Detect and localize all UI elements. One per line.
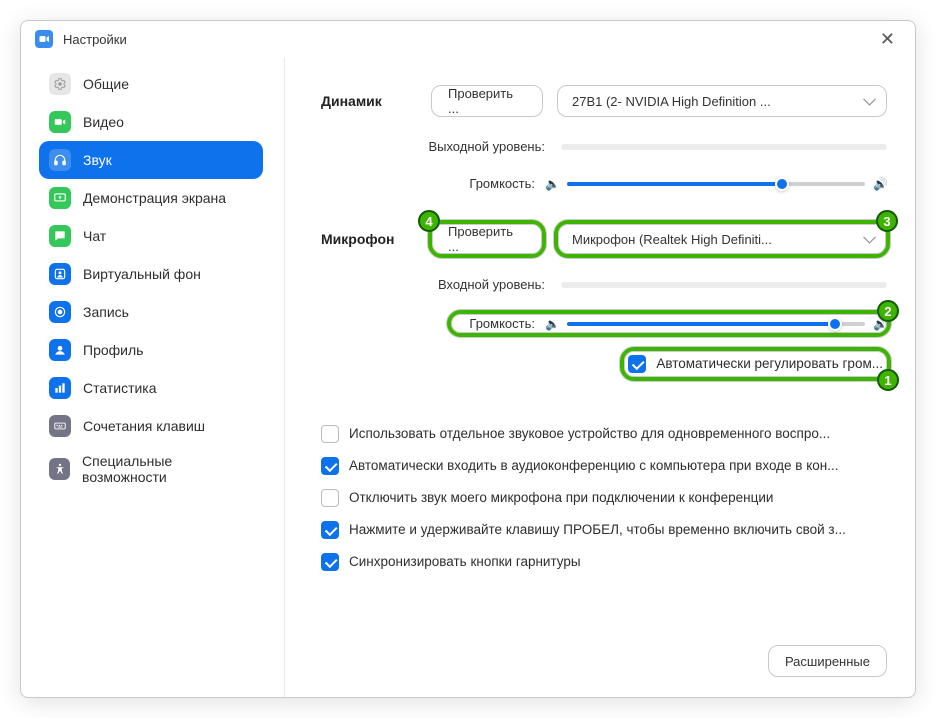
- sidebar-item-label: Специальные возможности: [82, 453, 253, 485]
- option-space-to-unmute: Нажмите и удерживайте клавишу ПРОБЕЛ, чт…: [321, 521, 887, 539]
- mic-volume-label: Громкость:: [451, 316, 545, 331]
- sidebar-item-chat[interactable]: Чат: [39, 217, 263, 255]
- input-level-meter: [561, 282, 887, 288]
- window-title: Настройки: [63, 32, 127, 47]
- auto-adjust-volume-checkbox[interactable]: [628, 355, 646, 373]
- option-label: Отключить звук моего микрофона при подкл…: [349, 489, 887, 507]
- checkbox[interactable]: [321, 553, 339, 571]
- camera-icon: [49, 111, 71, 133]
- output-level-meter: [561, 144, 887, 150]
- speaker-volume-slider[interactable]: [567, 182, 865, 186]
- checkbox[interactable]: [321, 489, 339, 507]
- sidebar-item-label: Сочетания клавиш: [83, 418, 205, 434]
- microphone-section: Микрофон Проверить ... 4 Микрофон (Realt…: [321, 223, 887, 377]
- sidebar-item-label: Общие: [83, 76, 129, 92]
- sidebar-item-label: Демонстрация экрана: [83, 190, 226, 206]
- keyboard-icon: [49, 415, 71, 437]
- headphones-icon: [49, 149, 71, 171]
- mic-volume-row: Громкость: 🔈 🔊 2: [451, 314, 887, 333]
- option-label: Нажмите и удерживайте клавишу ПРОБЕЛ, чт…: [349, 521, 887, 539]
- volume-low-icon: 🔈: [545, 317, 559, 331]
- sidebar-item-recording[interactable]: Запись: [39, 293, 263, 331]
- sidebar-item-label: Профиль: [83, 342, 143, 358]
- checkbox[interactable]: [321, 425, 339, 443]
- profile-icon: [49, 339, 71, 361]
- share-screen-icon: [49, 187, 71, 209]
- option-label: Использовать отдельное звуковое устройст…: [349, 425, 887, 443]
- sidebar-item-shortcuts[interactable]: Сочетания клавиш: [39, 407, 263, 445]
- annotation-badge-2: 2: [877, 300, 899, 322]
- input-level-label: Входной уровень:: [321, 277, 561, 292]
- speaker-volume-label: Громкость:: [321, 176, 545, 191]
- sidebar-item-share-screen[interactable]: Демонстрация экрана: [39, 179, 263, 217]
- option-sync-headset-buttons: Синхронизировать кнопки гарнитуры: [321, 553, 887, 571]
- option-label: Автоматически входить в аудиоконференцию…: [349, 457, 887, 475]
- gear-icon: [49, 73, 71, 95]
- checkbox[interactable]: [321, 521, 339, 539]
- option-separate-device: Использовать отдельное звуковое устройст…: [321, 425, 887, 443]
- sidebar-item-video[interactable]: Видео: [39, 103, 263, 141]
- speaker-section: Динамик Проверить ... 27B1 (2- NVIDIA Hi…: [321, 85, 887, 191]
- option-auto-join-audio: Автоматически входить в аудиоконференцию…: [321, 457, 887, 475]
- volume-low-icon: 🔈: [545, 177, 559, 191]
- accessibility-icon: [49, 458, 70, 480]
- annotation-badge-1: 1: [877, 369, 899, 391]
- close-button[interactable]: ✕: [874, 25, 901, 54]
- sidebar-item-label: Статистика: [83, 380, 157, 396]
- stats-icon: [49, 377, 71, 399]
- output-level-label: Выходной уровень:: [321, 139, 561, 154]
- sidebar-item-label: Видео: [83, 114, 124, 130]
- titlebar: Настройки ✕: [21, 21, 915, 57]
- option-mute-on-join: Отключить звук моего микрофона при подкл…: [321, 489, 887, 507]
- mic-label: Микрофон: [321, 231, 431, 247]
- sidebar-item-label: Запись: [83, 304, 129, 320]
- chat-icon: [49, 225, 71, 247]
- virtual-bg-icon: [49, 263, 71, 285]
- sidebar: Общие Видео Звук Демонстрация экрана Чат…: [21, 57, 285, 697]
- advanced-button[interactable]: Расширенные: [768, 645, 887, 677]
- sidebar-item-label: Виртуальный фон: [83, 266, 201, 282]
- annotation-badge-3: 3: [876, 210, 898, 232]
- footer: Расширенные: [321, 625, 887, 677]
- sidebar-item-statistics[interactable]: Статистика: [39, 369, 263, 407]
- sidebar-item-general[interactable]: Общие: [39, 65, 263, 103]
- sidebar-item-audio[interactable]: Звук: [39, 141, 263, 179]
- volume-high-icon: 🔊: [873, 177, 887, 191]
- mic-test-button[interactable]: Проверить ... 4: [431, 223, 543, 255]
- mic-device-select[interactable]: Микрофон (Realtek High Definiti... 3: [557, 223, 887, 255]
- settings-window: Настройки ✕ Общие Видео Звук Демонстраци…: [20, 20, 916, 698]
- sidebar-item-virtual-background[interactable]: Виртуальный фон: [39, 255, 263, 293]
- sidebar-item-label: Звук: [83, 152, 112, 168]
- checkbox[interactable]: [321, 457, 339, 475]
- option-label: Синхронизировать кнопки гарнитуры: [349, 553, 887, 571]
- sidebar-item-profile[interactable]: Профиль: [39, 331, 263, 369]
- speaker-device-select[interactable]: 27B1 (2- NVIDIA High Definition ...: [557, 85, 887, 117]
- speaker-label: Динамик: [321, 93, 431, 109]
- sidebar-item-label: Чат: [83, 228, 106, 244]
- mic-volume-slider[interactable]: [567, 322, 865, 326]
- speaker-test-button[interactable]: Проверить ...: [431, 85, 543, 117]
- main-panel: Динамик Проверить ... 27B1 (2- NVIDIA Hi…: [285, 57, 915, 697]
- auto-adjust-volume-label: Автоматически регулировать гром...: [656, 355, 883, 373]
- app-icon: [35, 30, 53, 48]
- annotation-badge-4: 4: [418, 210, 440, 232]
- audio-options: Использовать отдельное звуковое устройст…: [321, 411, 887, 571]
- sidebar-item-accessibility[interactable]: Специальные возможности: [39, 445, 263, 493]
- record-icon: [49, 301, 71, 323]
- auto-adjust-volume-row: Автоматически регулировать гром... 1: [624, 351, 887, 377]
